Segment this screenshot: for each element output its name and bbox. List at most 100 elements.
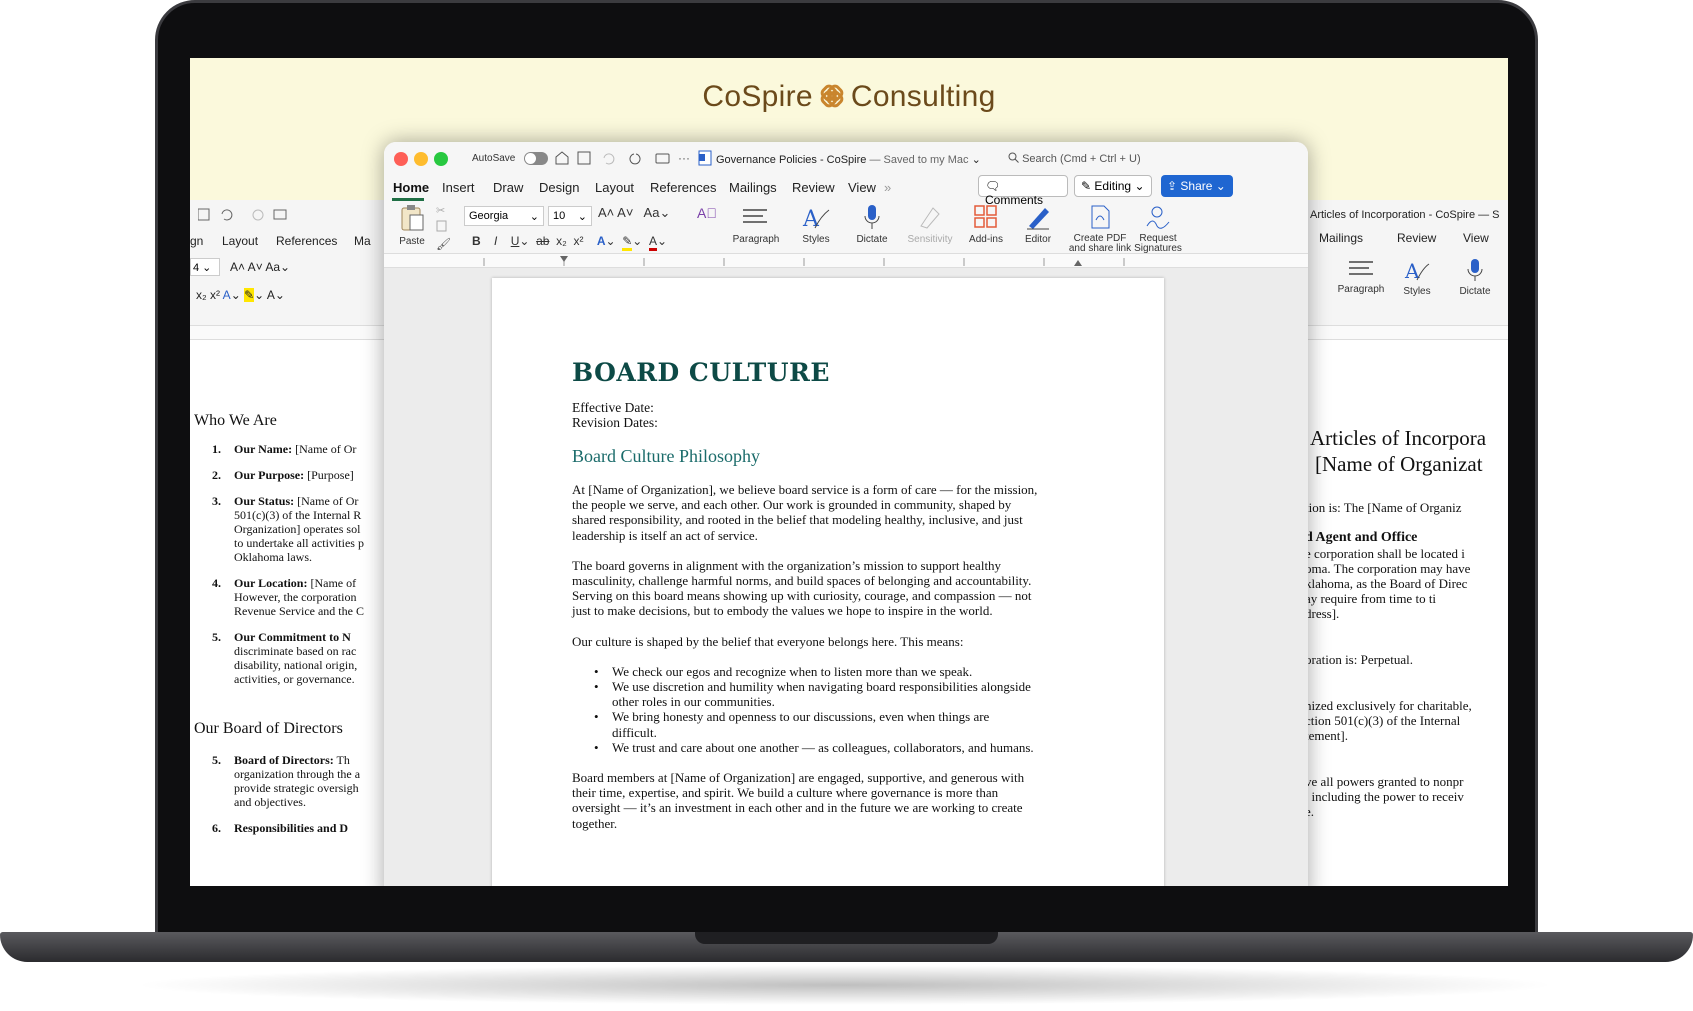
right-toolbar: Articles of Incorporation - CoSpire — S … bbox=[1305, 200, 1508, 326]
bold-button[interactable]: B bbox=[472, 234, 481, 248]
italic-button[interactable]: I bbox=[494, 234, 497, 248]
list-item-label: Our Purpose: bbox=[234, 468, 305, 482]
right-tab-view[interactable]: View bbox=[1463, 231, 1489, 245]
minimize-window-button[interactable] bbox=[414, 152, 428, 166]
right-doc-line: e corporation shall be located i bbox=[1305, 546, 1465, 561]
sensitivity-button[interactable]: Sensitivity bbox=[902, 204, 958, 245]
left-format-row[interactable]: x₂ x² A⌄ ✎⌄ A⌄ bbox=[196, 288, 285, 302]
comments-button[interactable]: 🗨 Comments bbox=[978, 175, 1068, 207]
list-item-text: [Name of Or bbox=[294, 494, 359, 508]
brand-name-right: Consulting bbox=[850, 80, 996, 113]
editing-mode-button[interactable]: ✎ Editing ⌄ bbox=[1074, 175, 1152, 197]
tab-review[interactable]: Review bbox=[792, 180, 835, 195]
right-doc-line: nized exclusively for charitable, bbox=[1305, 698, 1472, 713]
format-buttons-row[interactable]: B I U⌄ ab x₂ x² A⌄ ✎⌄ A⌄ bbox=[472, 234, 667, 251]
tab-design[interactable]: Design bbox=[539, 180, 579, 195]
paragraph-3: Our culture is shaped by the belief that… bbox=[572, 633, 964, 649]
font-size-select[interactable]: 10 ⌄ bbox=[548, 206, 592, 226]
font-color-icon[interactable]: A bbox=[649, 234, 658, 251]
styles-button[interactable]: A Styles bbox=[794, 204, 838, 245]
paragraph-icon bbox=[743, 209, 767, 223]
right-doc-line: tement]. bbox=[1305, 728, 1348, 743]
tab-draw[interactable]: Draw bbox=[493, 180, 523, 195]
list-item-label: Our Name: bbox=[234, 442, 293, 456]
more-tabs-icon[interactable]: » bbox=[884, 180, 891, 195]
text-line: the people we serve, and each other. Our… bbox=[572, 497, 1012, 513]
left-grow-font[interactable]: A˄ A˅ Aa⌄ bbox=[230, 260, 290, 274]
right-document-window[interactable]: Articles of Incorporation - CoSpire — S … bbox=[1305, 200, 1508, 886]
right-tab-review[interactable]: Review bbox=[1397, 231, 1436, 245]
paste-button[interactable]: Paste bbox=[390, 204, 434, 247]
right-ruler bbox=[1305, 326, 1508, 340]
bullet-item: • We bring honesty and openness to our di… bbox=[594, 709, 1132, 739]
signature-icon bbox=[1146, 206, 1170, 229]
document-title[interactable]: Governance Policies - CoSpire — Saved to… bbox=[716, 153, 981, 166]
share-button[interactable]: ⇪ Share ⌄ bbox=[1161, 175, 1233, 197]
subscript-button[interactable]: x₂ bbox=[556, 234, 567, 248]
bullet-item: • We check our egos and recognize when to… bbox=[594, 664, 1132, 679]
microphone-icon bbox=[1467, 259, 1483, 281]
quick-access-icons[interactable]: ··· bbox=[552, 150, 692, 166]
editor-pen-icon bbox=[1027, 208, 1049, 230]
document-page[interactable]: BOARD CULTURE Effective Date: Revision D… bbox=[492, 278, 1164, 886]
text-effects-icon[interactable]: A bbox=[597, 234, 606, 248]
search-box[interactable]: Search (Cmd + Ctrl + U) bbox=[1004, 147, 1176, 169]
cut-copy-format-icons[interactable]: ✂🖌 bbox=[434, 202, 450, 254]
list-item-line: Organization] operates sol bbox=[234, 522, 361, 536]
tab-insert[interactable]: Insert bbox=[442, 180, 475, 195]
left-tab-mailings[interactable]: Ma bbox=[354, 234, 371, 248]
tab-home[interactable]: Home bbox=[393, 180, 429, 195]
clipboard-icon bbox=[401, 205, 424, 231]
left-tab-layout[interactable]: Layout bbox=[222, 234, 258, 248]
superscript-button[interactable]: x² bbox=[573, 234, 583, 248]
close-window-button[interactable] bbox=[394, 152, 408, 166]
word-doc-icon bbox=[698, 150, 712, 166]
font-family-select[interactable]: Georgia ⌄ bbox=[464, 206, 544, 226]
dictate-button[interactable]: Dictate bbox=[850, 204, 894, 245]
text-line: oversight — it’s an investment in each o… bbox=[572, 800, 1023, 816]
document-canvas[interactable]: BOARD CULTURE Effective Date: Revision D… bbox=[384, 268, 1308, 886]
create-pdf-button[interactable]: Create PDF and share link bbox=[1068, 204, 1132, 254]
right-tab-mailings[interactable]: Mailings bbox=[1319, 231, 1363, 245]
highlight-icon[interactable]: ✎ bbox=[622, 234, 633, 251]
autosave-toggle[interactable] bbox=[524, 152, 548, 165]
maximize-window-button[interactable] bbox=[434, 152, 448, 166]
svg-text:···: ··· bbox=[678, 151, 690, 165]
left-font-size[interactable]: 4 ⌄ bbox=[190, 258, 220, 276]
request-signatures-button[interactable]: Request Signatures bbox=[1130, 204, 1186, 254]
bullet-dot: • bbox=[594, 739, 599, 755]
underline-button[interactable]: U bbox=[511, 234, 520, 248]
right-dictate-button[interactable]: Dictate bbox=[1455, 258, 1495, 297]
paragraph-button[interactable]: Paragraph bbox=[728, 204, 784, 245]
comment-icon: 🗨 bbox=[985, 179, 1001, 193]
styles-icon: A bbox=[802, 207, 830, 230]
svg-text:🖌: 🖌 bbox=[436, 237, 450, 251]
right-paragraph-button[interactable]: Paragraph bbox=[1333, 258, 1389, 295]
left-tab-references[interactable]: References bbox=[276, 234, 337, 248]
left-ruler bbox=[190, 326, 390, 340]
list-item-line: 501(c)(3) of the Internal R bbox=[234, 508, 362, 522]
tab-mailings[interactable]: Mailings bbox=[729, 180, 777, 195]
list-number: 6. bbox=[212, 821, 221, 835]
left-document-window[interactable]: gn Layout References Ma 4 ⌄ A˄ A˅ Aa⌄ x₂… bbox=[190, 200, 390, 886]
right-styles-button[interactable]: A Styles bbox=[1397, 258, 1437, 297]
revision-dates: Revision Dates: bbox=[572, 415, 658, 430]
list-item-text: [Name of bbox=[307, 576, 357, 590]
text-line: other roles in our communities. bbox=[612, 694, 775, 710]
grow-shrink-font-buttons[interactable]: A˄ A˅ Aa⌄ bbox=[598, 205, 670, 221]
tab-view[interactable]: View bbox=[848, 180, 876, 195]
main-ruler[interactable] bbox=[384, 254, 1308, 268]
tab-layout[interactable]: Layout bbox=[595, 180, 634, 195]
tab-references[interactable]: References bbox=[650, 180, 716, 195]
styles-icon: A bbox=[1404, 259, 1430, 282]
left-tab-design[interactable]: gn bbox=[190, 234, 203, 248]
main-word-window[interactable]: AutoSave ··· Governance Policies - CoSpi… bbox=[384, 142, 1308, 886]
add-ins-button[interactable]: Add-ins bbox=[964, 204, 1008, 245]
list-item-label: Our Commitment to N bbox=[234, 630, 351, 644]
clear-formatting-icon[interactable]: A⃠ bbox=[697, 205, 717, 221]
text-line: together. bbox=[572, 815, 618, 831]
laptop-notch bbox=[695, 932, 998, 944]
list-item-line: Revenue Service and the C bbox=[234, 604, 364, 618]
strikethrough-button[interactable]: ab bbox=[536, 234, 549, 248]
editor-button[interactable]: Editor bbox=[1016, 204, 1060, 245]
